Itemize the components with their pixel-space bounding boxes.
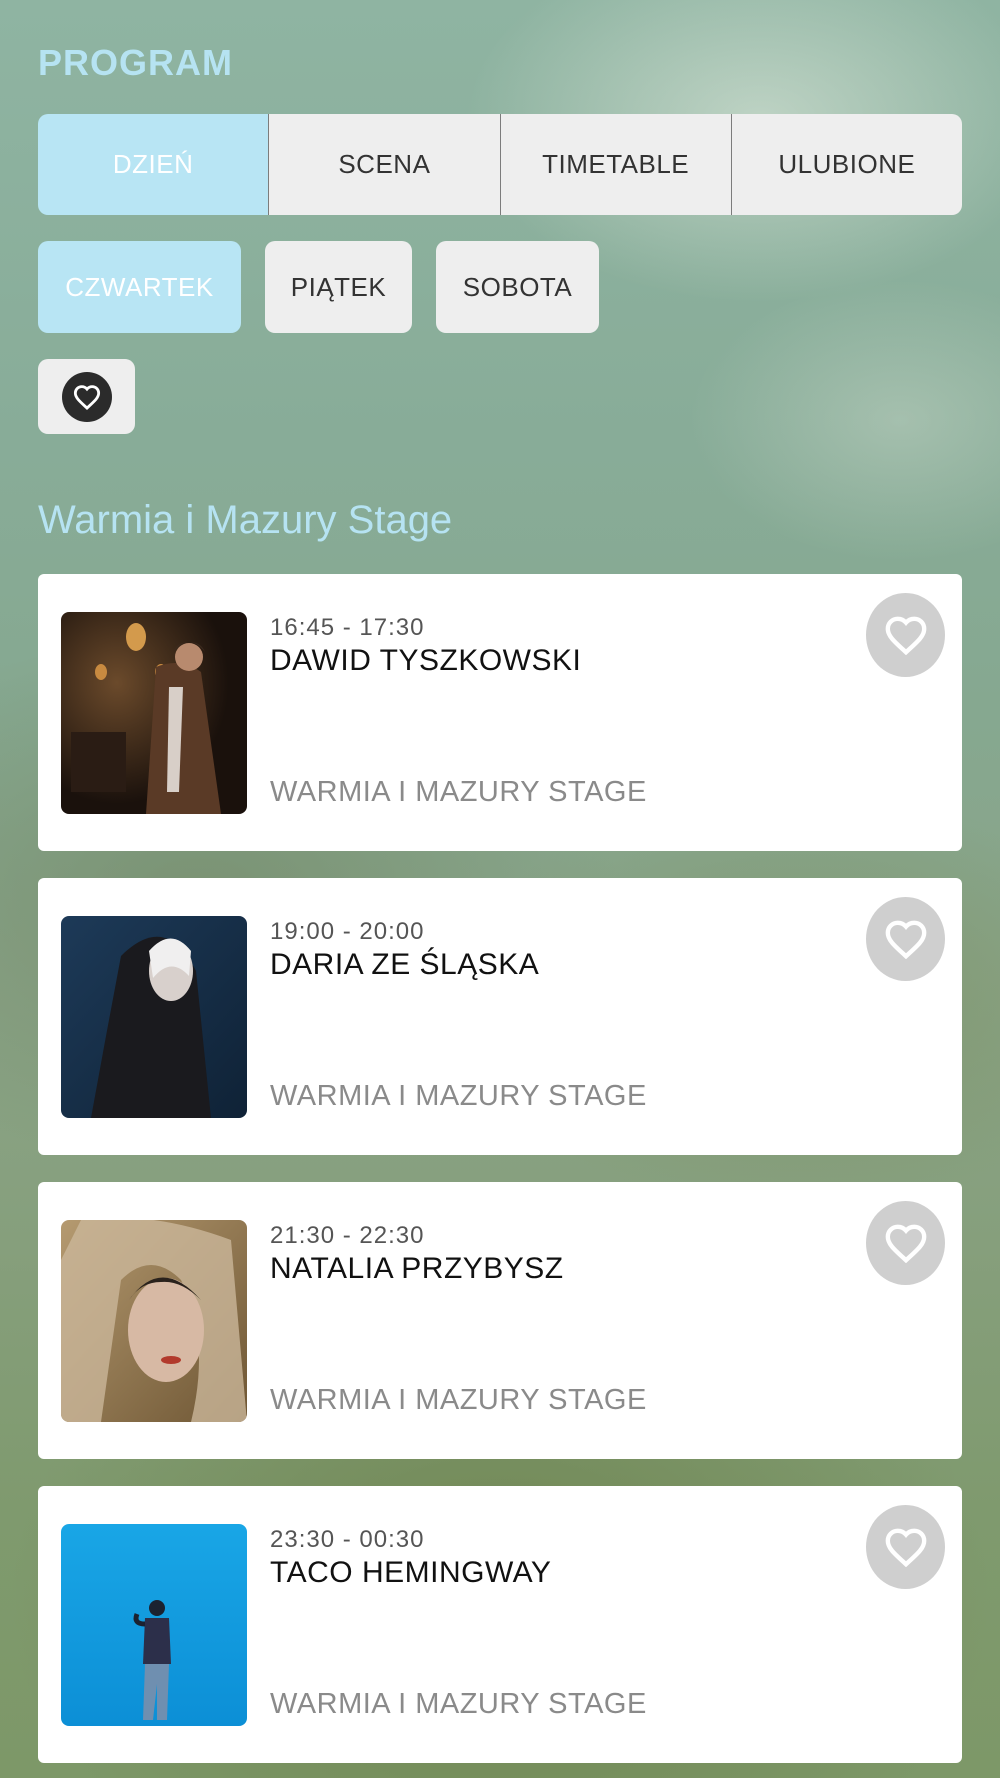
heart-outline-icon [885,616,926,655]
heart-icon [61,371,112,422]
event-time: 19:00 - 20:00 [270,918,425,945]
heart-outline-icon [885,920,926,959]
tab-favorites[interactable]: ULUBIONE [731,114,962,215]
artist-name: NATALIA PRZYBYSZ [270,1252,564,1285]
event-stage: WARMIA I MAZURY STAGE [270,1688,647,1720]
tab-timetable[interactable]: TIMETABLE [500,114,732,215]
heart-outline-icon [885,1224,926,1263]
event-time: 21:30 - 22:30 [270,1222,425,1249]
heart-outline-icon [885,1528,926,1567]
artist-name: DARIA ZE ŚLĄSKA [270,948,540,981]
favorites-filter-button[interactable] [38,359,135,434]
day-tab-thursday[interactable]: CZWARTEK [38,241,241,333]
favorite-button[interactable] [866,593,945,677]
event-card[interactable]: 21:30 - 22:30 NATALIA PRZYBYSZ WARMIA I … [38,1182,962,1459]
event-stage: WARMIA I MAZURY STAGE [270,1384,647,1416]
favorite-button[interactable] [866,897,945,981]
artist-photo [61,1220,247,1422]
view-tabs: DZIEŃ SCENA TIMETABLE ULUBIONE [38,114,962,215]
page-title: PROGRAM [38,42,233,83]
event-card[interactable]: 16:45 - 17:30 DAWID TYSZKOWSKI WARMIA I … [38,574,962,851]
day-tab-friday[interactable]: PIĄTEK [265,241,412,333]
artist-photo [61,916,247,1118]
event-stage: WARMIA I MAZURY STAGE [270,1080,647,1112]
favorite-button[interactable] [866,1201,945,1285]
day-tabs: CZWARTEK PIĄTEK SOBOTA [38,241,599,333]
event-card[interactable]: 19:00 - 20:00 DARIA ZE ŚLĄSKA WARMIA I M… [38,878,962,1155]
event-time: 16:45 - 17:30 [270,614,425,641]
event-card[interactable]: 23:30 - 00:30 TACO HEMINGWAY WARMIA I MA… [38,1486,962,1763]
artist-photo [61,612,247,814]
tab-day[interactable]: DZIEŃ [38,114,270,215]
artist-name: TACO HEMINGWAY [270,1556,552,1589]
event-stage: WARMIA I MAZURY STAGE [270,776,647,808]
stage-section-title: Warmia i Mazury Stage [38,498,453,542]
artist-photo [61,1524,247,1726]
program-page: PROGRAM DZIEŃ SCENA TIMETABLE ULUBIONE C… [0,0,1000,1778]
event-time: 23:30 - 00:30 [270,1526,425,1553]
tab-stage[interactable]: SCENA [269,114,501,215]
day-tab-saturday[interactable]: SOBOTA [436,241,599,333]
artist-name: DAWID TYSZKOWSKI [270,644,582,677]
favorite-button[interactable] [866,1505,945,1589]
